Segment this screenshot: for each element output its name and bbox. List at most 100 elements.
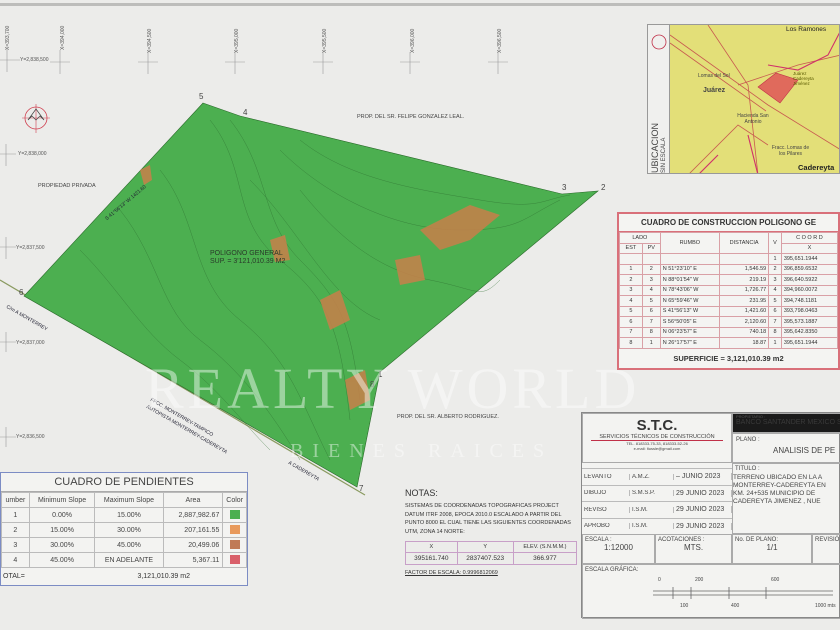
construction-row: 34N 78°43'06" W 1,726.77 4 394,960.0072 <box>619 284 839 296</box>
notes: NOTAS: SISTEMAS DE COORDENADAS TOPOGRAFI… <box>405 488 578 576</box>
cell-max: EN ADELANTE <box>94 552 164 568</box>
header-number: umber <box>1 492 30 508</box>
revision-label: REVISIÓ <box>815 537 840 543</box>
signoff-row: DIBUJÓ S.M.S.P. 29 JUNIO 2023 <box>582 484 732 502</box>
cell-v: 5 <box>768 295 782 307</box>
cell-x: 395,651.1944 <box>780 337 839 349</box>
construction-row: 81N 26°17'57" E 18.87 1 395,651.1944 <box>619 337 839 349</box>
cell-max: 15.00% <box>94 507 164 523</box>
scale-tick: 600 <box>771 577 780 583</box>
cell-n: 3 <box>1 537 30 553</box>
cell-rumbo: S 41°56'13" W <box>659 305 720 317</box>
cell-rumbo: S 56°50'05" E <box>659 316 720 328</box>
cell-x: 393,798.0463 <box>780 305 839 317</box>
signoff-row: REVISÓ I.S.M. 29 JUNIO 2023 <box>582 501 732 518</box>
plano-label: PLANO : <box>736 437 760 443</box>
titulo-line: CADEREYTA JIMENEZ , NUE <box>733 498 821 505</box>
cell-v: 4 <box>768 284 782 296</box>
titulo-text: TERRENO UBICADO EN LA A MONTERREY-CADERE… <box>733 474 840 506</box>
titulo-line: KM. 24+535 MUNICIPIO DE <box>733 490 816 497</box>
cell-est: 8 <box>619 337 643 349</box>
cell-rumbo: N 06°23'57" E <box>659 326 720 338</box>
slope-row: 2 15.00% 30.00% 207,161.55 <box>1 522 247 538</box>
cell-color <box>222 537 247 553</box>
cell-pv: 6 <box>641 305 661 317</box>
titulo-line: TERRENO UBICADO EN LA A <box>733 474 823 481</box>
vertex-label: 5 <box>199 92 204 101</box>
slope-row: 3 30.00% 45.00% 20,499.06 <box>1 537 247 553</box>
header-coord: C O O R D <box>780 232 839 244</box>
signoff-role: LEVANTÓ <box>582 473 630 480</box>
cell-dist: 18.87 <box>718 337 770 349</box>
cell-est: 7 <box>619 326 643 338</box>
noplano-value: 1/1 <box>766 543 778 552</box>
slope-row: 4 45.00% EN ADELANTE 5,367.11 <box>1 552 247 568</box>
cell-pv: 8 <box>641 326 661 338</box>
vertex-label: 2 <box>601 183 606 192</box>
cell-pv <box>641 253 661 265</box>
superficie-total: SUPERFICIE = 3,121,010.39 m2 <box>673 353 784 363</box>
header-est: EST <box>619 242 643 254</box>
cell-x: 396,640.5922 <box>780 274 839 286</box>
graphic-scale-bar <box>653 587 833 599</box>
cell-est: 3 <box>619 284 643 296</box>
cell-dist: 740.18 <box>718 326 770 338</box>
plano-name: ANALISIS DE PE <box>773 446 836 455</box>
cell-pv: 2 <box>641 263 661 275</box>
signoff-role: DIBUJÓ <box>582 490 630 497</box>
header-elev: ELEV. (S.N.M.M.) <box>512 541 578 553</box>
cell-v: 2 <box>768 263 782 275</box>
construction-row: 12N 51°23'10" E 1,546.59 2 396,859.6532 <box>619 263 839 275</box>
cell-rumbo: N 65°59'46" W <box>659 295 720 307</box>
header-distancia: DISTANCIA <box>718 232 770 254</box>
ref-y: 2837407.523 <box>456 552 514 565</box>
cell-dist: 2,120.60 <box>718 316 770 328</box>
signoff-who: I.S.M. <box>630 506 674 513</box>
cell-est: 1 <box>619 263 643 275</box>
cell-pv: 3 <box>641 274 661 286</box>
cell-color <box>222 552 247 568</box>
grafica-label: ESCALA GRÁFICA: <box>585 567 639 573</box>
cell-area: 5,367.11 <box>162 552 224 568</box>
scale-tick: 100 <box>680 603 689 609</box>
ref-elev: 366.977 <box>512 552 578 565</box>
place-label: Cadereyta <box>798 163 835 172</box>
scale-tick: 1000 mts <box>815 603 836 609</box>
place-label: Los Ramones <box>786 26 827 33</box>
label-prop-west: PROPIEDAD PRIVADA <box>38 183 96 189</box>
notes-title: NOTAS: <box>405 488 438 498</box>
header-x: X <box>405 541 458 553</box>
slopes-table: CUADRO DE PENDIENTES umber Minimum Slope M… <box>0 472 248 586</box>
location-subtitle: SIN ESCALA <box>661 137 667 173</box>
location-map: UBICACION SIN ESCALA Lomas del Sol Juáre… <box>647 24 840 174</box>
cell-x: 394,960.0072 <box>780 284 839 296</box>
place-label: Juárez Cadereyta Jiménez <box>793 71 814 86</box>
company-logo: S.T.C. <box>636 417 678 434</box>
header-color: Color <box>222 492 247 508</box>
cell-min: 0.00% <box>28 507 96 523</box>
slope-row: 1 0.00% 15.00% 2,887,982.67 <box>1 507 247 523</box>
color-swatch <box>229 509 240 519</box>
cell-rumbo: N 88°01'54" W <box>659 274 720 286</box>
site-location-marker <box>757 72 799 104</box>
total-label: OTAL= <box>3 573 25 580</box>
header-area: Area <box>162 492 224 508</box>
construction-row: 78N 06°23'57" E 740.18 8 395,642.8350 <box>619 326 839 338</box>
cell-dist: 219.19 <box>718 274 770 286</box>
cell-color <box>222 522 247 538</box>
cell-est: 5 <box>619 305 643 317</box>
cell-area: 207,161.55 <box>162 522 224 538</box>
construction-row: 1 395,651.1944 <box>619 253 839 265</box>
cell-pv: 4 <box>641 284 661 296</box>
header-rumbo: RUMBO <box>659 232 720 254</box>
signoff-role: REVISÓ <box>582 506 630 513</box>
polygon-general <box>23 102 599 488</box>
signoffs: LEVANTÓ A.M.Z. – JUNIO 2023 DIBUJÓ S.M.S.P. 2… <box>582 468 732 534</box>
owner-block: PROPIETARIO : BANCO SANTANDER MEXICO S <box>732 413 840 433</box>
cell-v: 3 <box>768 274 782 286</box>
cell-pv: 5 <box>641 295 661 307</box>
vertex-label: 7 <box>359 484 364 493</box>
acot-value: MTS. <box>683 543 704 552</box>
cell-v: 6 <box>768 305 782 317</box>
place-label: Hacienda San Antonio <box>737 113 769 125</box>
